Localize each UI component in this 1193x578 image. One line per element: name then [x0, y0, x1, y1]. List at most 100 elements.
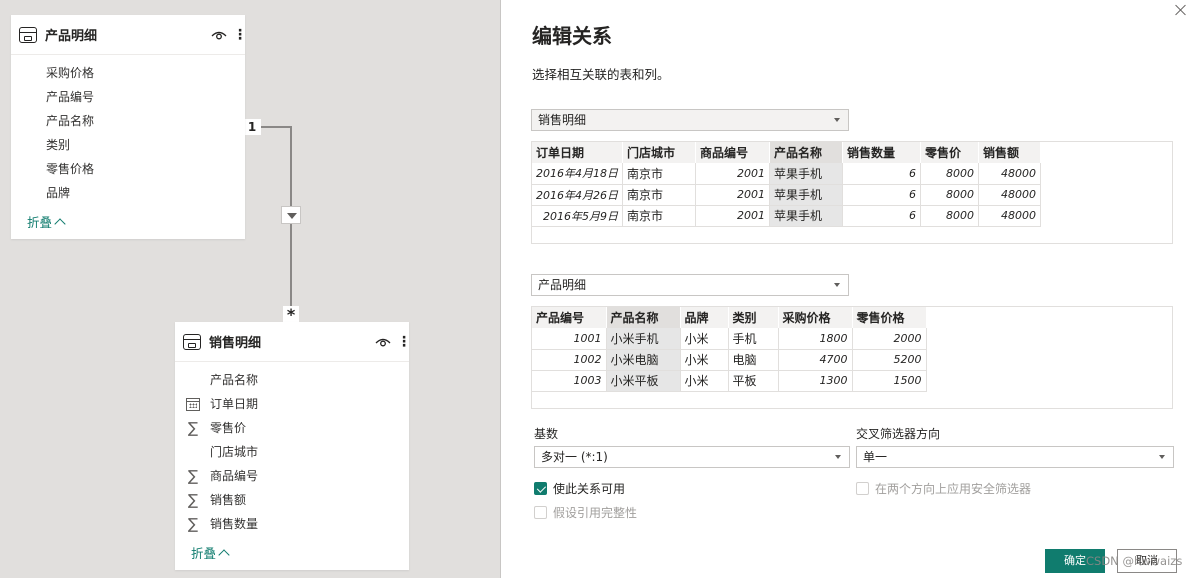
table2-dropdown[interactable]: 产品明细 — [531, 274, 849, 296]
field-label: 产品名称 — [210, 373, 259, 387]
header-row: 订单日期 门店城市 商品编号 产品名称 销售数量 零售价 销售额 — [532, 142, 1041, 163]
column-header[interactable]: 零售价 — [920, 142, 979, 163]
cardinality-one-marker: 1 — [243, 119, 261, 135]
table-card-product[interactable]: 产品明细 ⋮ 采购价格产品编号产品名称类别零售价格品牌 折叠 — [11, 15, 247, 239]
table-cell: 48000 — [978, 163, 1041, 185]
cardinality-label: 基数 — [534, 427, 559, 441]
checkbox-unchecked-icon[interactable] — [534, 506, 547, 519]
table-cell: 南京市 — [622, 184, 696, 206]
field-item[interactable]: ∑ 零售价 — [175, 416, 409, 440]
table-cell: 8000 — [920, 163, 979, 185]
field-label: 销售额 — [210, 493, 247, 507]
chevron-down-icon — [835, 455, 841, 459]
close-icon[interactable] — [1175, 4, 1187, 16]
column-header[interactable]: 订单日期 — [532, 142, 623, 163]
collapse-link[interactable]: 折叠 — [191, 543, 230, 562]
relationship-line-vertical[interactable] — [290, 126, 292, 322]
column-header[interactable]: 产品名称 — [769, 142, 843, 163]
eye-icon[interactable] — [375, 335, 391, 349]
referential-integrity-checkbox[interactable]: 假设引用完整性 — [534, 504, 637, 521]
cross-filter-select[interactable]: 单一 — [856, 446, 1174, 468]
table-cell: 6 — [842, 163, 921, 185]
table-cell: 1002 — [532, 349, 607, 371]
table1-dropdown-value: 销售明细 — [538, 113, 587, 127]
field-label: 采购价格 — [46, 66, 95, 80]
table-cell: 苹果手机 — [769, 205, 843, 227]
sigma-icon: ∑ — [187, 419, 199, 437]
ok-button[interactable]: 确定 — [1045, 549, 1105, 573]
table-cell: 5200 — [852, 349, 927, 371]
table2-dropdown-value: 产品明细 — [538, 278, 587, 292]
table2-preview: 产品编号 产品名称 品牌 类别 采购价格 零售价格 1001 小米手机 小米 手机 1800 2000… — [531, 306, 1173, 409]
table-cell: 1500 — [852, 370, 927, 392]
field-item[interactable]: 采购价格 — [11, 61, 245, 85]
table-row: 1002 小米电脑 小米 电脑 4700 5200 — [532, 349, 927, 371]
table1-dropdown[interactable]: 销售明细 — [531, 109, 849, 131]
card-header[interactable]: 销售明细 ⋮ — [175, 322, 411, 362]
model-canvas[interactable]: 1 * 产品明细 ⋮ 采购价格 产品编号 产品名称 类别 零售价格 品牌 折叠 销售明细 … — [0, 0, 500, 578]
edit-relationship-pane: 编辑关系 选择相互关联的表和列。 销售明细 订单日期 门店城市 商品编号 产品名称 销售… — [500, 0, 1193, 578]
chevron-down-icon — [834, 283, 840, 287]
column-header[interactable]: 零售价格 — [852, 307, 927, 328]
field-item[interactable]: ∑ 商品编号 — [175, 464, 409, 488]
table-cell: 8000 — [920, 184, 979, 206]
field-item[interactable]: 产品名称 — [11, 109, 245, 133]
field-label: 品牌 — [46, 186, 71, 200]
table-cell: 2016年4月18日 — [532, 163, 623, 185]
table-cell: 小米 — [680, 370, 729, 392]
table1-grid: 订单日期 门店城市 商品编号 产品名称 销售数量 零售价 销售额 2016年4月18日 南京市 2… — [532, 142, 1041, 227]
table-card-sales[interactable]: 销售明细 ⋮ 产品名称 订单日期 ∑ 零售价 门店城市 ∑ 商品编号 ∑ 销售额 ∑ 销售数量 折叠 — [175, 322, 411, 570]
field-item[interactable]: ∑ 销售数量 — [175, 512, 409, 536]
field-item[interactable]: 订单日期 — [175, 392, 409, 416]
column-header[interactable]: 类别 — [728, 307, 779, 328]
more-options-icon[interactable]: ⋮ — [233, 27, 247, 43]
field-item[interactable]: 门店城市 — [175, 440, 409, 464]
security-filter-checkbox[interactable]: 在两个方向上应用安全筛选器 — [856, 480, 1031, 497]
cardinality-select[interactable]: 多对一 (*:1) — [534, 446, 850, 468]
column-header[interactable]: 产品编号 — [532, 307, 607, 328]
field-label: 门店城市 — [210, 445, 259, 459]
field-item[interactable]: 品牌 — [11, 181, 245, 205]
table-cell: 4700 — [778, 349, 853, 371]
column-header[interactable]: 品牌 — [680, 307, 729, 328]
column-header[interactable]: 采购价格 — [778, 307, 853, 328]
field-label: 类别 — [46, 138, 71, 152]
checkbox-unchecked-icon[interactable] — [856, 482, 869, 495]
table-cell: 南京市 — [622, 163, 696, 185]
field-label: 产品名称 — [46, 114, 95, 128]
column-header[interactable]: 门店城市 — [622, 142, 696, 163]
column-header[interactable]: 销售额 — [978, 142, 1041, 163]
table-cell: 电脑 — [728, 349, 779, 371]
more-options-icon[interactable]: ⋮ — [397, 334, 411, 350]
card-header[interactable]: 产品明细 ⋮ — [11, 15, 247, 55]
table-cell: 8000 — [920, 205, 979, 227]
field-item[interactable]: 零售价格 — [11, 157, 245, 181]
table-cell: 平板 — [728, 370, 779, 392]
table-cell: 1800 — [778, 328, 853, 350]
field-item[interactable]: 类别 — [11, 133, 245, 157]
field-item[interactable]: ∑ 销售额 — [175, 488, 409, 512]
collapse-label: 折叠 — [27, 215, 53, 230]
field-list: 采购价格产品编号产品名称类别零售价格品牌 — [11, 55, 245, 205]
activate-relationship-checkbox[interactable]: 使此关系可用 — [534, 480, 625, 497]
table-cell: 1003 — [532, 370, 607, 392]
chevron-down-icon — [1159, 455, 1165, 459]
header-row: 产品编号 产品名称 品牌 类别 采购价格 零售价格 — [532, 307, 927, 328]
table-cell: 小米电脑 — [606, 349, 681, 371]
cross-filter-label: 交叉筛选器方向 — [856, 427, 941, 441]
field-item[interactable]: 产品名称 — [175, 368, 409, 392]
column-header[interactable]: 产品名称 — [606, 307, 681, 328]
column-header[interactable]: 商品编号 — [695, 142, 770, 163]
field-label: 商品编号 — [210, 469, 259, 483]
cross-filter-value: 单一 — [863, 450, 888, 464]
field-label: 订单日期 — [210, 397, 259, 411]
column-header[interactable]: 销售数量 — [842, 142, 921, 163]
collapse-link[interactable]: 折叠 — [27, 212, 66, 231]
eye-icon[interactable] — [211, 28, 227, 42]
card-title: 产品明细 — [45, 29, 98, 44]
table-cell: 48000 — [978, 205, 1041, 227]
field-item[interactable]: 产品编号 — [11, 85, 245, 109]
table-cell: 小米 — [680, 349, 729, 371]
checkbox-checked-icon[interactable] — [534, 482, 547, 495]
cancel-button[interactable]: 取消 — [1117, 549, 1177, 573]
